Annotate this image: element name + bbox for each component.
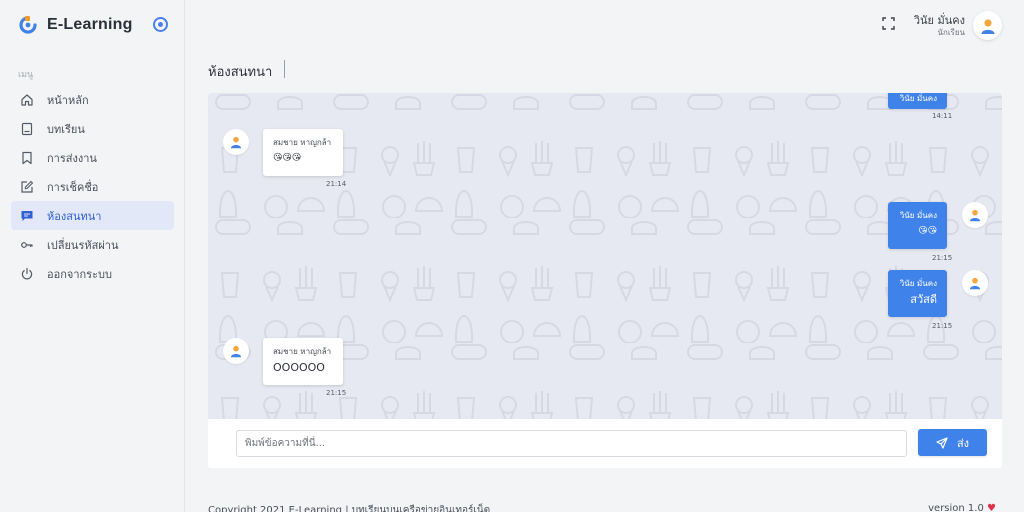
avatar — [223, 129, 249, 155]
key-icon — [20, 238, 34, 252]
topbar: วินัย มั่นคง นักเรียน — [186, 0, 1024, 47]
sidebar-item-change-password[interactable]: เปลี่ยนรหัสผ่าน — [11, 230, 174, 259]
message-bubble-outgoing: วินัย มั่นคง สวัสดี — [888, 270, 947, 317]
avatar — [962, 270, 988, 296]
sidebar-item-label: บทเรียน — [47, 122, 85, 136]
message-bubble-incoming: สมชาย หาญกล้า OOOOOO — [263, 338, 343, 385]
sidebar-item-label: การเช็คชื่อ — [47, 180, 99, 194]
bookmark-icon — [20, 151, 34, 165]
avatar — [223, 338, 249, 364]
chat-card: วินัย มั่นคง 14:11 สมชาย หาญกล้า 😘😘😘 21:… — [208, 93, 1002, 468]
brand[interactable]: E-Learning — [18, 12, 178, 38]
message-sender: วินัย มั่นคง — [899, 279, 937, 288]
sidebar-item-home[interactable]: หน้าหลัก — [11, 85, 174, 114]
footer-version: version 1.0 ♥ — [928, 503, 996, 512]
sidebar-item-attendance[interactable]: การเช็คชื่อ — [11, 172, 174, 201]
sidebar: E-Learning เมนู หน้าหลัก บทเรียน การส่งง… — [0, 0, 185, 512]
version-text: version 1.0 — [928, 503, 984, 512]
message-time: 21:15 — [932, 322, 953, 330]
chat-icon — [20, 209, 34, 223]
message-sender: วินัย มั่นคง — [899, 94, 937, 103]
sidebar-menu: หน้าหลัก บทเรียน การส่งงาน การเช็คชื่อ ห… — [11, 85, 174, 288]
message-text: 😘😘 — [918, 226, 937, 236]
message-composer: ส่ง — [208, 419, 1002, 468]
page-title: ห้องสนทนา — [208, 65, 273, 80]
sidebar-item-chat[interactable]: ห้องสนทนา — [11, 201, 174, 230]
message-bubble-incoming: สมชาย หาญกล้า 😘😘😘 — [263, 129, 343, 176]
sidebar-toggle-icon[interactable] — [153, 17, 168, 32]
footer-copyright: Copyright 2021 E-Learning | บทเรียนบนเคร… — [208, 505, 491, 512]
send-icon — [936, 436, 948, 449]
message-text: OOOOOO — [273, 361, 325, 374]
power-icon — [20, 267, 34, 281]
avatar[interactable] — [973, 11, 1002, 40]
message-text: สวัสดี — [910, 293, 937, 306]
app-name: E-Learning — [47, 16, 133, 33]
user-role: นักเรียน — [937, 28, 966, 37]
title-divider — [284, 60, 285, 78]
send-label: ส่ง — [956, 436, 970, 450]
message-bubble-outgoing: วินัย มั่นคง 😘😘 — [888, 202, 947, 249]
message-time: 14:11 — [932, 112, 953, 120]
sidebar-item-logout[interactable]: ออกจากระบบ — [11, 259, 174, 288]
heart-icon: ♥ — [987, 503, 996, 512]
fullscreen-icon[interactable] — [882, 17, 895, 30]
logo-icon — [18, 15, 38, 35]
sidebar-item-label: เปลี่ยนรหัสผ่าน — [47, 238, 119, 252]
message-time: 21:15 — [326, 389, 347, 397]
message-bubble-outgoing: วินัย มั่นคง — [888, 93, 947, 109]
chat-messages[interactable]: วินัย มั่นคง 14:11 สมชาย หาญกล้า 😘😘😘 21:… — [208, 93, 1002, 419]
sidebar-item-label: การส่งงาน — [47, 151, 97, 165]
sidebar-item-assignments[interactable]: การส่งงาน — [11, 143, 174, 172]
menu-heading: เมนู — [18, 70, 34, 80]
message-sender: สมชาย หาญกล้า — [273, 138, 332, 147]
sidebar-item-label: ห้องสนทนา — [47, 209, 102, 223]
edit-icon — [20, 180, 34, 194]
home-icon — [20, 93, 34, 107]
message-text: 😘😘😘 — [273, 153, 302, 163]
send-button[interactable]: ส่ง — [918, 429, 987, 456]
message-sender: สมชาย หาญกล้า — [273, 347, 332, 356]
message-input[interactable] — [236, 430, 907, 457]
avatar — [962, 202, 988, 228]
sidebar-item-label: หน้าหลัก — [47, 93, 89, 107]
book-icon — [20, 122, 34, 136]
message-time: 21:14 — [326, 180, 347, 188]
message-sender: วินัย มั่นคง — [899, 211, 937, 220]
sidebar-item-lessons[interactable]: บทเรียน — [11, 114, 174, 143]
message-time: 21:15 — [932, 254, 953, 262]
sidebar-item-label: ออกจากระบบ — [47, 267, 112, 281]
